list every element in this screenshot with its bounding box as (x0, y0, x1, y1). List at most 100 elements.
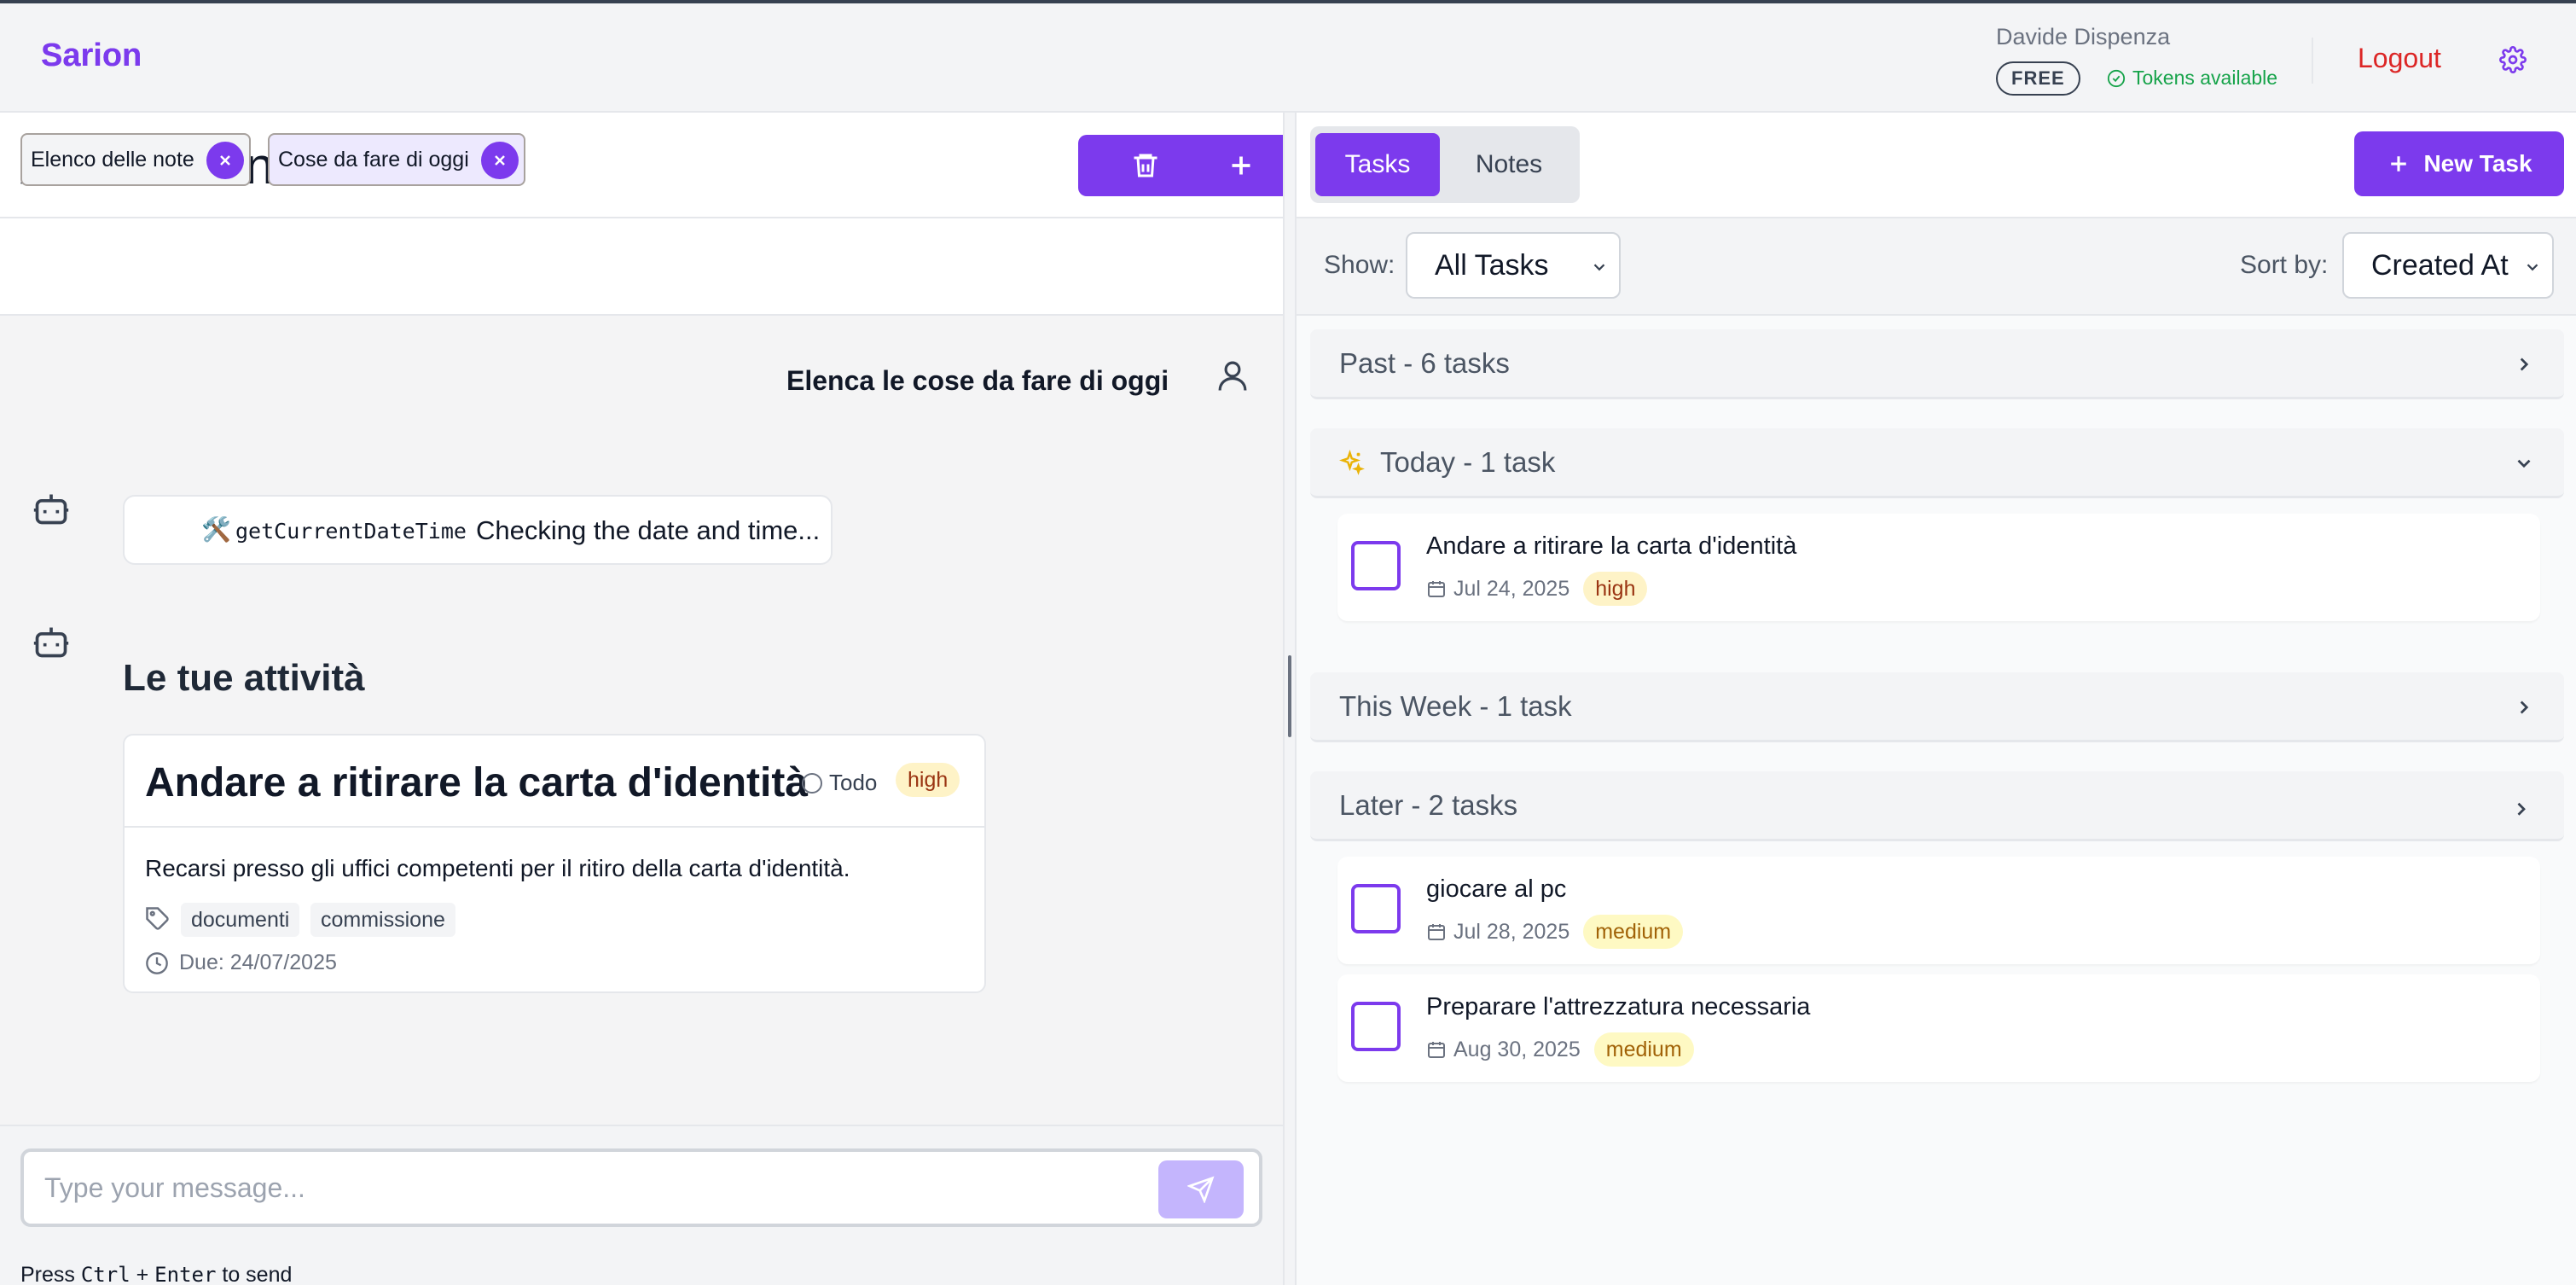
check-circle-icon (2107, 69, 2126, 87)
task-checkbox[interactable] (1351, 541, 1401, 590)
task-title: Preparare l'attrezzatura necessaria (1426, 993, 1811, 1020)
task-date: Jul 28, 2025 (1453, 919, 1570, 944)
due-label: Due: 24/07/2025 (179, 951, 337, 974)
tab-tasks[interactable]: Tasks (1315, 133, 1440, 196)
top-bar: Sarion Davide Dispenza FREE Tokens avail… (0, 0, 2576, 113)
new-task-label: New Task (2423, 150, 2532, 177)
task-group-past[interactable]: Past - 6 tasks (1310, 329, 2564, 399)
hint-plus: + (136, 1263, 149, 1285)
task-item[interactable]: Andare a ritirare la carta d'identità Ju… (1337, 514, 2540, 621)
context-bar (0, 218, 1283, 316)
task-due-date: Due: 24/07/2025 (145, 951, 337, 975)
tokens-status: Tokens available (2107, 67, 2277, 90)
trash-icon (1134, 154, 1157, 177)
tag-chip: commissione (310, 903, 455, 937)
tool-status: Checking the date and time... (476, 515, 821, 545)
chevron-right-icon (2520, 358, 2529, 371)
clock-icon (146, 951, 168, 974)
brand-logo[interactable]: Sarion (41, 38, 142, 74)
priority-badge: high (1583, 572, 1648, 606)
filter-bar: Show: All Tasks Sort by: Created At (1297, 218, 2576, 316)
sort-select[interactable]: Created At (2342, 232, 2554, 299)
tokens-status-label: Tokens available (2132, 67, 2278, 89)
tasks-pane: Tasks Notes New Task Show: All Tasks Sor… (1297, 113, 2576, 1285)
task-description: Recarsi presso gli uffici competenti per… (145, 855, 850, 881)
show-label: Show: (1324, 251, 1395, 279)
user-name: Davide Dispenza (1996, 24, 2171, 49)
plan-badge: FREE (1996, 61, 2080, 96)
group-label: Later - 2 tasks (1339, 788, 1518, 821)
assistant-response-heading: Le tue attività (123, 657, 365, 699)
task-item[interactable]: giocare al pc Jul 28, 2025 medium (1337, 857, 2540, 964)
tag-icon (146, 907, 169, 930)
robot-icon (33, 627, 69, 658)
show-filter-select[interactable]: All Tasks (1406, 232, 1621, 299)
context-chip-label: Cose da fare di oggi (278, 147, 469, 172)
show-filter-value: All Tasks (1435, 248, 1549, 282)
chevron-down-icon (2517, 459, 2531, 468)
remove-chip-button[interactable] (481, 142, 519, 179)
user-message: Elenca le cose da fare di oggi (786, 365, 1169, 396)
hint-suffix: to send (222, 1263, 293, 1285)
settings-gear-icon[interactable] (2499, 46, 2527, 73)
chevron-down-icon (2517, 802, 2526, 816)
task-preview-card[interactable]: Andare a ritirare la carta d'identità To… (123, 734, 986, 993)
pane-splitter[interactable] (1283, 113, 1297, 1285)
context-chip-todos[interactable]: Cose da fare di oggi (268, 133, 525, 186)
priority-badge: high (896, 763, 960, 797)
hint-prefix: Press (20, 1263, 75, 1285)
task-title: giocare al pc (1426, 875, 1567, 903)
group-label: Today - 1 task (1380, 445, 1556, 478)
chevron-right-icon (2520, 701, 2529, 714)
close-icon (220, 155, 230, 166)
task-item[interactable]: Preparare l'attrezzatura necessaria Aug … (1337, 974, 2540, 1082)
message-input[interactable] (20, 1148, 1262, 1227)
task-status-label: Todo (829, 770, 878, 795)
header-divider (2312, 38, 2313, 84)
calendar-icon (1428, 1042, 1445, 1058)
group-label: Past - 6 tasks (1339, 346, 1510, 379)
context-chip-label: Elenco delle note (31, 147, 194, 172)
task-checkbox[interactable] (1351, 884, 1401, 933)
calendar-icon (1428, 581, 1445, 597)
task-group-this-week[interactable]: This Week - 1 task (1310, 672, 2564, 742)
task-checkbox[interactable] (1351, 1002, 1401, 1051)
splitter-grip-handle[interactable] (1288, 655, 1291, 737)
message-composer: Press Ctrl + Enter to send (0, 1125, 1283, 1285)
new-task-button[interactable]: New Task (2354, 131, 2564, 196)
task-meta: Aug 30, 2025 medium (1426, 1032, 1694, 1067)
logout-button[interactable]: Logout (2358, 43, 2441, 74)
task-date: Aug 30, 2025 (1453, 1037, 1581, 1061)
send-icon (1187, 1176, 1215, 1203)
sparkles-icon (1339, 449, 1365, 475)
priority-badge: medium (1593, 1032, 1694, 1067)
tasks-header: Tasks Notes New Task (1297, 113, 2576, 218)
chevron-down-icon (1593, 264, 1605, 271)
task-group-later[interactable]: Later - 2 tasks (1310, 771, 2564, 841)
plus-icon (1232, 156, 1250, 175)
user-icon (1218, 361, 1247, 391)
plus-icon (2391, 156, 2407, 172)
sort-label: Sort by: (2240, 251, 2329, 279)
status-circle-icon (802, 772, 822, 794)
send-button[interactable] (1158, 1160, 1244, 1218)
tool-call-card: 🛠️ getCurrentDateTime Checking the date … (123, 495, 833, 565)
group-label: This Week - 1 task (1339, 689, 1572, 722)
tab-notes[interactable]: Notes (1445, 133, 1573, 196)
sort-value: Created At (2371, 248, 2509, 282)
task-card-title: Andare a ritirare la carta d'identità (145, 760, 809, 805)
view-toggle: Tasks Notes (1310, 126, 1580, 203)
hammer-wrench-icon: 🛠️ (201, 516, 231, 543)
task-title: Andare a ritirare la carta d'identità (1426, 532, 1797, 560)
tool-name: getCurrentDateTime (235, 519, 467, 544)
divider (125, 826, 984, 828)
robot-icon (33, 494, 69, 525)
close-icon (495, 155, 505, 166)
remove-chip-button[interactable] (206, 142, 244, 179)
hint-key-ctrl: Ctrl (80, 1263, 131, 1285)
calendar-icon (1428, 924, 1445, 940)
task-group-today[interactable]: Today - 1 task (1310, 428, 2564, 498)
tag-chip: documenti (181, 903, 300, 937)
context-chip-notes[interactable]: Elenco delle note (20, 133, 251, 186)
send-hint: Press Ctrl + Enter to send (20, 1263, 292, 1285)
